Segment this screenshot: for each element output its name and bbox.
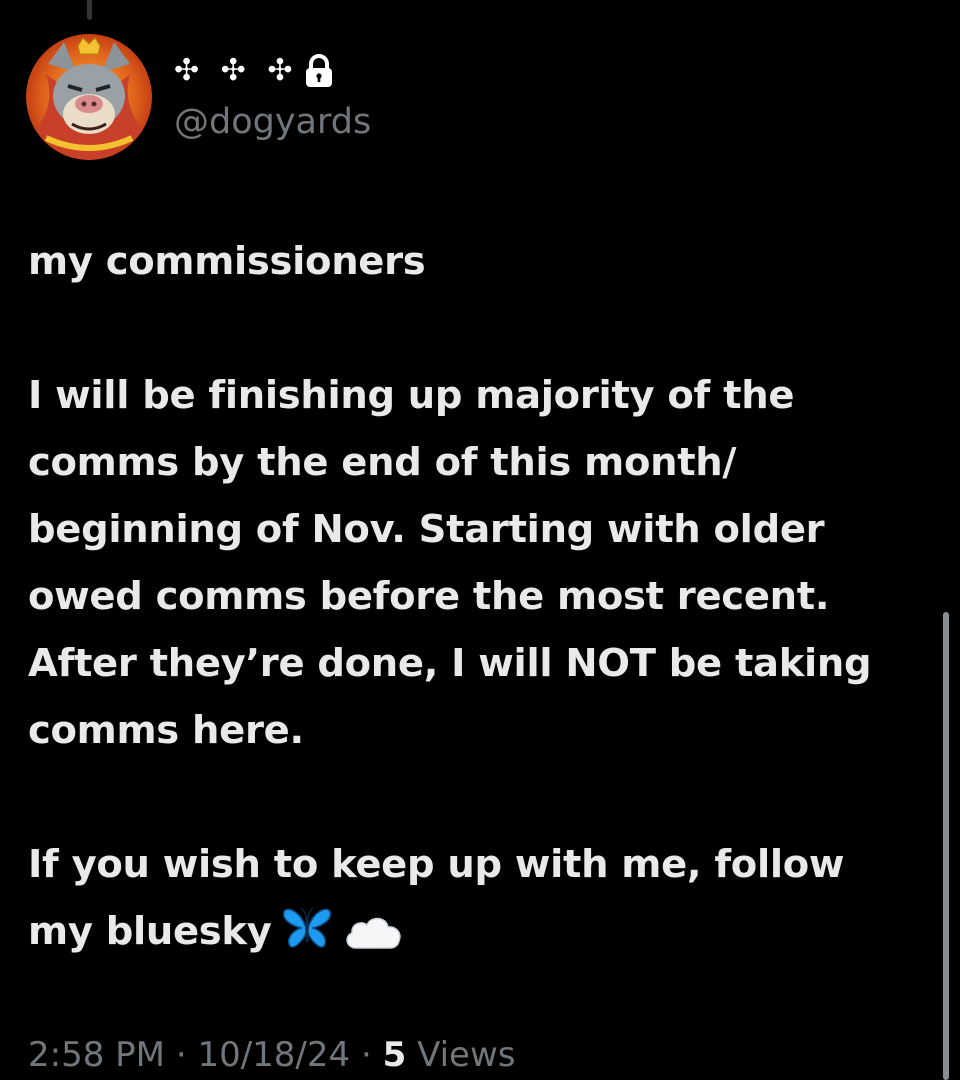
tweet-line-text: my bluesky [28, 909, 272, 954]
cloud-icon [342, 904, 404, 971]
tweet-line: I will be finishing up majority of the [28, 373, 795, 418]
meta-separator: · [175, 1035, 187, 1075]
meta-separator: · [360, 1035, 372, 1075]
thread-connector-line [87, 0, 92, 20]
lock-icon [304, 54, 334, 88]
views-count[interactable]: 5 [383, 1035, 407, 1075]
butterfly-icon [282, 904, 332, 971]
display-name[interactable]: ✣ ✣ ✣ [174, 56, 298, 86]
tweet-text: my commissioners I will be finishing up … [28, 228, 938, 971]
tweet-line: comms by the end of this month/ [28, 440, 737, 485]
display-name-row: ✣ ✣ ✣ [174, 50, 334, 92]
tweet-line: my commissioners [28, 239, 426, 284]
views-label: Views [417, 1035, 516, 1075]
tweet-meta: 2:58 PM · 10/18/24 · 5 Views [28, 1030, 515, 1080]
tweet-line: After they’re done, I will NOT be taking [28, 641, 872, 686]
tweet-date[interactable]: 10/18/24 [197, 1035, 350, 1075]
user-handle[interactable]: @dogyards [174, 100, 371, 144]
scrollbar[interactable] [943, 612, 949, 1080]
tweet-line: owed comms before the most recent. [28, 574, 830, 619]
avatar[interactable] [26, 34, 152, 160]
tweet-time[interactable]: 2:58 PM [28, 1035, 165, 1075]
tweet-line: If you wish to keep up with me, follow [28, 842, 845, 887]
tweet-last-line: my bluesky [28, 898, 938, 971]
tweet-line: comms here. [28, 708, 304, 753]
tweet-line: beginning of Nov. Starting with older [28, 507, 825, 552]
